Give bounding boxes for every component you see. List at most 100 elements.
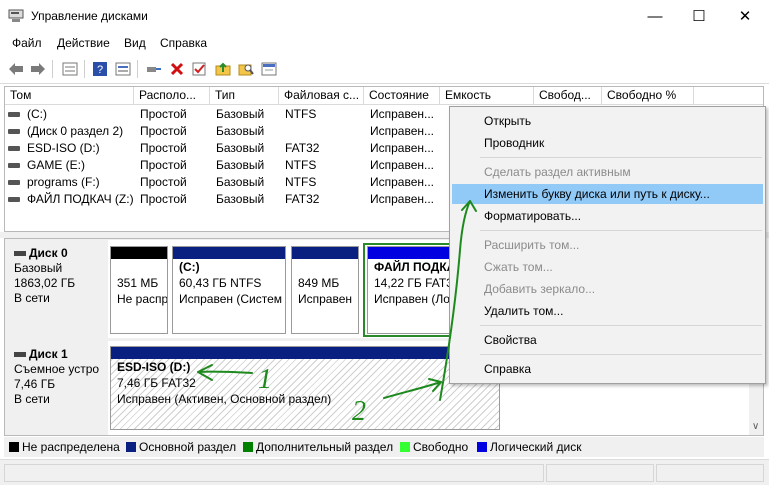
volume-filesystem: NTFS <box>285 107 317 121</box>
disk-0-label[interactable]: Диск 0 Базовый 1863,02 ГБ В сети <box>6 240 108 338</box>
volume-name: ESD-ISO (D:) <box>27 141 100 155</box>
menu-item-shrink-volume[interactable]: Сжать том... <box>452 257 763 277</box>
check-icon[interactable] <box>190 59 210 79</box>
disk-0-partition-z[interactable]: ФАЙЛ ПОДКА 14,22 ГБ FAT32 Исправен (Ло <box>367 246 451 334</box>
menu-item-format[interactable]: Форматировать... <box>452 206 763 226</box>
forward-icon[interactable] <box>28 59 48 79</box>
toolbar-separator <box>137 60 138 78</box>
legend-label: Логический диск <box>490 440 582 454</box>
volume-icon <box>8 129 20 134</box>
disk-0-partition-unallocated[interactable]: 351 МБ Не распр <box>110 246 168 334</box>
toolbar: ? <box>0 54 769 84</box>
menu-file[interactable]: Файл <box>12 36 42 50</box>
volume-icon <box>8 197 20 202</box>
context-menu: Открыть Проводник Сделать раздел активны… <box>449 106 766 384</box>
connect-icon[interactable] <box>144 59 164 79</box>
menu-item-mark-active[interactable]: Сделать раздел активным <box>452 162 763 182</box>
column-header-type[interactable]: Тип <box>210 87 279 105</box>
partition-color-bar <box>111 347 499 359</box>
menu-item-open[interactable]: Открыть <box>452 111 763 131</box>
status-bar <box>0 459 769 485</box>
partition-status: Исправен <box>298 292 353 306</box>
menu-item-extend-volume[interactable]: Расширить том... <box>452 235 763 255</box>
volume-icon <box>8 180 20 185</box>
legend-primary: Основной раздел <box>126 440 236 454</box>
column-header-free-percent[interactable]: Свободно % <box>602 87 694 105</box>
disk-1-name: Диск 1 <box>14 347 108 362</box>
up-folder-icon[interactable] <box>213 59 233 79</box>
volume-name: ФАЙЛ ПОДКАЧ (Z:) <box>27 192 134 206</box>
column-header-free[interactable]: Свобод... <box>534 87 602 105</box>
menu-item-help[interactable]: Справка <box>452 359 763 379</box>
disk-1-label[interactable]: Диск 1 Съемное устро 7,46 ГБ В сети <box>6 341 108 435</box>
menu-item-properties[interactable]: Свойства <box>452 330 763 350</box>
volume-type: Базовый <box>216 192 265 206</box>
legend-swatch <box>126 442 136 452</box>
column-header-volume[interactable]: Том <box>5 87 134 105</box>
volume-status: Исправен... <box>370 175 435 189</box>
disk-0-partition-2[interactable]: 849 МБ Исправен <box>291 246 359 334</box>
window-title: Управление дисками <box>31 9 148 23</box>
legend-swatch <box>243 442 253 452</box>
disk-0-status: В сети <box>14 291 50 305</box>
legend-swatch <box>9 442 19 452</box>
menu-separator <box>480 157 762 158</box>
volume-type: Базовый <box>216 158 265 172</box>
partition-status: Исправен (Ло <box>374 292 450 306</box>
partition-status: Не распр <box>117 292 168 306</box>
partition-title: ФАЙЛ ПОДКА <box>374 260 451 274</box>
disk-list-icon[interactable] <box>60 59 80 79</box>
volume-type: Базовый <box>216 124 265 138</box>
menu-item-add-mirror[interactable]: Добавить зеркало... <box>452 279 763 299</box>
menu-action[interactable]: Действие <box>57 36 110 50</box>
column-header-layout[interactable]: Располо... <box>134 87 210 105</box>
delete-icon[interactable] <box>167 59 187 79</box>
legend-free: Свободно <box>400 440 468 454</box>
legend-label: Свободно <box>413 440 469 454</box>
menu-help[interactable]: Справка <box>160 36 207 50</box>
search-icon[interactable] <box>236 59 256 79</box>
partition-color-bar <box>292 247 358 259</box>
back-icon[interactable] <box>6 59 26 79</box>
disk-0-partition-c[interactable]: (C:) 60,43 ГБ NTFS Исправен (Систем <box>172 246 286 334</box>
properties-icon[interactable] <box>113 59 133 79</box>
column-header-filesystem[interactable]: Файловая с... <box>279 87 364 105</box>
volume-name: programs (F:) <box>27 175 100 189</box>
volume-filesystem: FAT32 <box>285 141 320 155</box>
disk-1-size: 7,46 ГБ <box>14 377 56 391</box>
partition-size: 60,43 ГБ NTFS <box>179 276 262 290</box>
partition-title: ESD-ISO (D:) <box>117 360 191 374</box>
volume-filesystem: NTFS <box>285 158 317 172</box>
volume-status: Исправен... <box>370 107 435 121</box>
volume-layout: Простой <box>140 192 187 206</box>
maximize-button[interactable]: ☐ <box>676 0 722 32</box>
menu-view[interactable]: Вид <box>124 36 146 50</box>
status-segment <box>546 464 654 482</box>
console-icon[interactable] <box>259 59 279 79</box>
volume-status: Исправен... <box>370 141 435 155</box>
minimize-button[interactable]: — <box>632 0 678 32</box>
volume-status: Исправен... <box>370 158 435 172</box>
partition-title <box>298 259 358 275</box>
volume-filesystem: FAT32 <box>285 192 320 206</box>
column-header-status[interactable]: Состояние <box>364 87 440 105</box>
disk-1-type: Съемное устро <box>14 362 100 376</box>
partition-size: 849 МБ <box>298 276 340 290</box>
menu-item-delete-volume[interactable]: Удалить том... <box>452 301 763 321</box>
menu-item-change-drive-letter[interactable]: Изменить букву диска или путь к диску... <box>452 184 763 204</box>
column-header-empty <box>694 87 763 105</box>
status-segment <box>656 464 764 482</box>
disk-1-partition-d[interactable]: ESD-ISO (D:) 7,46 ГБ FAT32 Исправен (Акт… <box>110 346 500 430</box>
close-button[interactable]: ✕ <box>722 0 768 32</box>
volume-type: Базовый <box>216 107 265 121</box>
volume-layout: Простой <box>140 107 187 121</box>
menu-separator <box>480 230 762 231</box>
help-icon[interactable]: ? <box>90 59 110 79</box>
column-header-capacity[interactable]: Емкость <box>440 87 534 105</box>
scroll-down-icon[interactable]: ∨ <box>752 421 759 432</box>
volume-layout: Простой <box>140 124 187 138</box>
menu-separator <box>480 325 762 326</box>
volume-icon <box>8 112 20 117</box>
partition-status: Исправен (Активен, Основной раздел) <box>117 392 332 406</box>
menu-item-explorer[interactable]: Проводник <box>452 133 763 153</box>
